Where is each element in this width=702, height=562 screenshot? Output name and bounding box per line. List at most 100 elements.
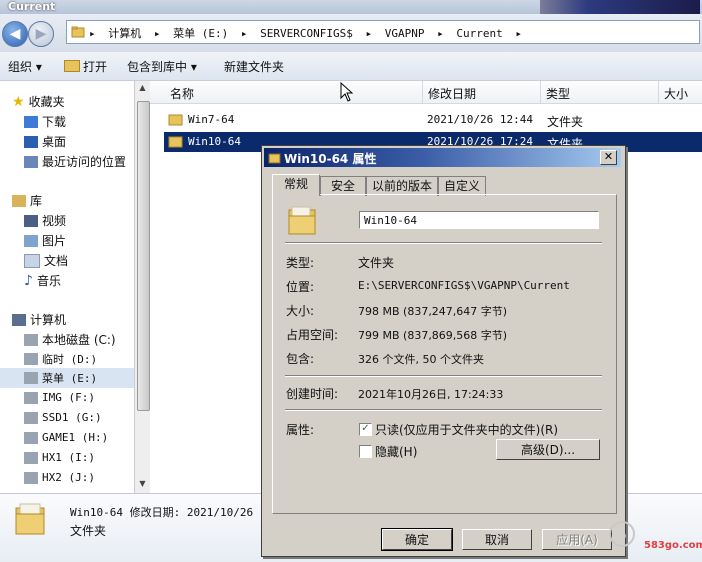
drive-icon [24, 353, 38, 365]
nav-drive-j[interactable]: HX2 (J:) [24, 471, 95, 484]
nav-drive-f[interactable]: IMG (F:) [24, 391, 95, 404]
hidden-label: 隐藏(H) [375, 445, 418, 459]
nav-downloads[interactable]: 下载 [24, 113, 66, 130]
recent-places-icon [24, 155, 38, 168]
disk-size-value: 799 MB (837,869,568 字节) [358, 329, 508, 342]
nav-music[interactable]: ♪ 音乐 [24, 272, 61, 289]
column-name[interactable]: 名称 [170, 85, 194, 102]
cancel-button[interactable]: 取消 [462, 529, 532, 550]
dialog-titlebar[interactable]: Win10-64 属性 ✕ [264, 148, 621, 167]
tab-general[interactable]: 常规 [272, 174, 320, 196]
address-bar[interactable]: ▸ 计算机 ▸ 菜单 (E:) ▸ SERVERCONFIGS$ ▸ VGAPN… [66, 20, 700, 44]
drive-icon [24, 372, 38, 384]
column-type[interactable]: 类型 [546, 85, 570, 102]
nav-pictures[interactable]: 图片 [24, 232, 66, 249]
breadcrumb-current[interactable]: Current [456, 27, 502, 40]
chevron-right-icon: ▸ [240, 27, 248, 40]
nav-drive-g[interactable]: SSD1 (G:) [24, 411, 102, 424]
titlebar-strip [540, 0, 700, 14]
nav-recent[interactable]: 最近访问的位置 [24, 153, 126, 170]
desktop-icon [24, 135, 38, 148]
scroll-up-icon[interactable]: ▲ [137, 83, 148, 95]
attributes-label: 属性: [286, 423, 315, 437]
tab-previous-versions[interactable]: 以前的版本 [366, 176, 438, 196]
advanced-button[interactable]: 高级(D)... [496, 439, 600, 460]
chevron-right-icon: ▸ [365, 27, 373, 40]
details-line1: Win10-64 修改日期: 2021/10/26 1 [70, 506, 267, 519]
watermark-logo-icon: 5 [609, 521, 635, 547]
divider [285, 409, 602, 411]
apply-button[interactable]: 应用(A) [542, 529, 612, 550]
nav-favorites[interactable]: ★ 收藏夹 [12, 93, 65, 110]
nav-drive-h[interactable]: GAME1 (H:) [24, 431, 108, 444]
nav-computer[interactable]: 计算机 [12, 311, 66, 328]
hidden-checkbox[interactable] [359, 445, 372, 458]
new-folder-button[interactable]: 新建文件夹 [224, 58, 284, 75]
drive-icon [24, 471, 38, 484]
back-button[interactable]: ◀ [2, 21, 28, 47]
chevron-right-icon: ▸ [89, 27, 96, 40]
close-button[interactable]: ✕ [600, 150, 617, 165]
nav-documents[interactable]: 文档 [24, 252, 68, 269]
nav-drive-e[interactable]: 菜单 (E:) [0, 368, 134, 388]
scroll-down-icon[interactable]: ▼ [137, 479, 148, 491]
disk-size-label: 占用空间: [286, 328, 339, 342]
type-value: 文件夹 [358, 256, 395, 270]
command-bar: 组织 ▾ 打开 包含到库中 ▾ 新建文件夹 [0, 52, 702, 81]
created-label: 创建时间: [286, 387, 339, 401]
tab-customize[interactable]: 自定义 [438, 176, 486, 196]
breadcrumb-computer[interactable]: 计算机 [108, 27, 141, 40]
breadcrumb-serverconfigs[interactable]: SERVERCONFIGS$ [260, 27, 353, 40]
music-icon: ♪ [24, 272, 33, 289]
tab-security[interactable]: 安全 [320, 176, 366, 196]
drive-icon [24, 411, 38, 424]
column-date[interactable]: 修改日期 [428, 85, 476, 102]
breadcrumb-drive[interactable]: 菜单 (E:) [173, 27, 228, 40]
folder-icon [71, 26, 85, 38]
folder-icon [168, 136, 183, 148]
column-header: 名称 修改日期 类型 大小 [150, 81, 702, 104]
nav-drive-c[interactable]: 本地磁盘 (C:) [24, 331, 116, 348]
file-name: Win7-64 [188, 113, 235, 126]
folder-name-input[interactable]: Win10-64 [359, 211, 599, 229]
video-icon [24, 214, 38, 227]
location-label: 位置: [286, 280, 315, 294]
general-tab-panel: Win10-64 类型: 文件夹 位置: E:\SERVERCONFIGS$\V… [272, 194, 617, 514]
nav-drive-i[interactable]: HX1 (I:) [24, 451, 95, 464]
file-name: Win10-64 [188, 135, 241, 148]
include-library-button[interactable]: 包含到库中 ▾ [127, 58, 197, 75]
file-date: 2021/10/26 12:44 [427, 113, 533, 126]
divider [285, 375, 602, 377]
window-title: Current [8, 0, 56, 13]
chevron-right-icon: ▸ [153, 27, 161, 40]
picture-icon [24, 234, 38, 247]
open-button[interactable]: 打开 [64, 58, 107, 75]
star-icon: ★ [12, 93, 25, 110]
readonly-label: 只读(仅应用于文件夹中的文件)(R) [375, 423, 559, 437]
organize-button[interactable]: 组织 ▾ [8, 58, 42, 75]
nav-videos[interactable]: 视频 [24, 212, 66, 229]
nav-desktop[interactable]: 桌面 [24, 133, 66, 150]
folder-icon [268, 153, 281, 164]
dialog-title: Win10-64 属性 [284, 152, 377, 166]
breadcrumb-vgapnp[interactable]: VGAPNP [385, 27, 425, 40]
nav-drive-d[interactable]: 临时 (D:) [24, 351, 97, 367]
table-row[interactable]: Win7-64 2021/10/26 12:44 文件夹 [164, 110, 702, 130]
open-icon [64, 60, 80, 72]
nav-scrollbar[interactable]: ▲ ▼ [134, 81, 151, 493]
watermark: 5 583go.com [608, 518, 702, 558]
nav-libraries[interactable]: 库 [12, 192, 42, 209]
ok-button[interactable]: 确定 [381, 528, 453, 551]
forward-button[interactable]: ▶ [28, 21, 54, 47]
chevron-right-icon[interactable]: ▸ [515, 27, 522, 40]
location-value: E:\SERVERCONFIGS$\VGAPNP\Current [358, 279, 570, 292]
created-value: 2021年10月26日, 17:24:33 [358, 388, 504, 401]
library-icon [12, 194, 26, 207]
readonly-checkbox[interactable]: ✓ [359, 423, 372, 436]
contains-value: 326 个文件, 50 个文件夹 [358, 353, 484, 366]
nav-scrollbar-thumb[interactable] [137, 101, 150, 411]
window-titlebar: Current [0, 0, 702, 14]
chevron-right-icon: ▸ [437, 27, 444, 40]
address-row: ◀ ▶ ▸ 计算机 ▸ 菜单 (E:) ▸ SERVERCONFIGS$ ▸ V… [0, 14, 702, 53]
column-size[interactable]: 大小 [664, 85, 688, 102]
